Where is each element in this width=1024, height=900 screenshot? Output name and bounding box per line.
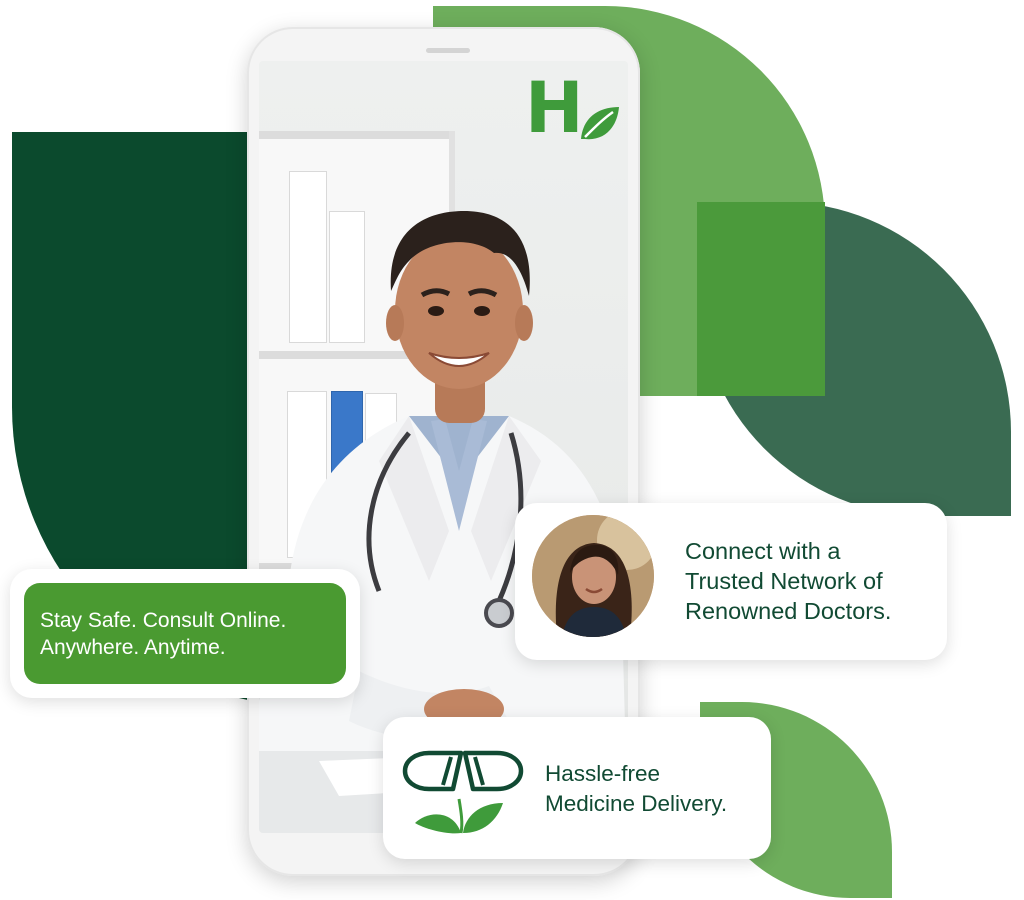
consult-online-text: Stay Safe. Consult Online. Anywhere. Any…	[40, 609, 287, 659]
consult-online-card: Stay Safe. Consult Online. Anywhere. Any…	[10, 569, 360, 698]
decor-shape-overlap	[697, 202, 825, 396]
medicine-delivery-text: Hassle-free Medicine Delivery.	[545, 761, 728, 816]
medicine-delivery-card: Hassle-free Medicine Delivery.	[383, 717, 771, 859]
brand-logo: H	[525, 73, 621, 143]
phone-speaker	[426, 48, 470, 53]
trusted-network-text: Connect with a Trusted Network of Renown…	[685, 538, 892, 624]
patient-avatar	[532, 515, 654, 637]
leaf-icon	[581, 107, 619, 140]
capsule-leaf-icon	[402, 750, 524, 834]
trusted-network-card: Connect with a Trusted Network of Renown…	[515, 503, 947, 660]
logo-letter: H	[525, 67, 584, 149]
